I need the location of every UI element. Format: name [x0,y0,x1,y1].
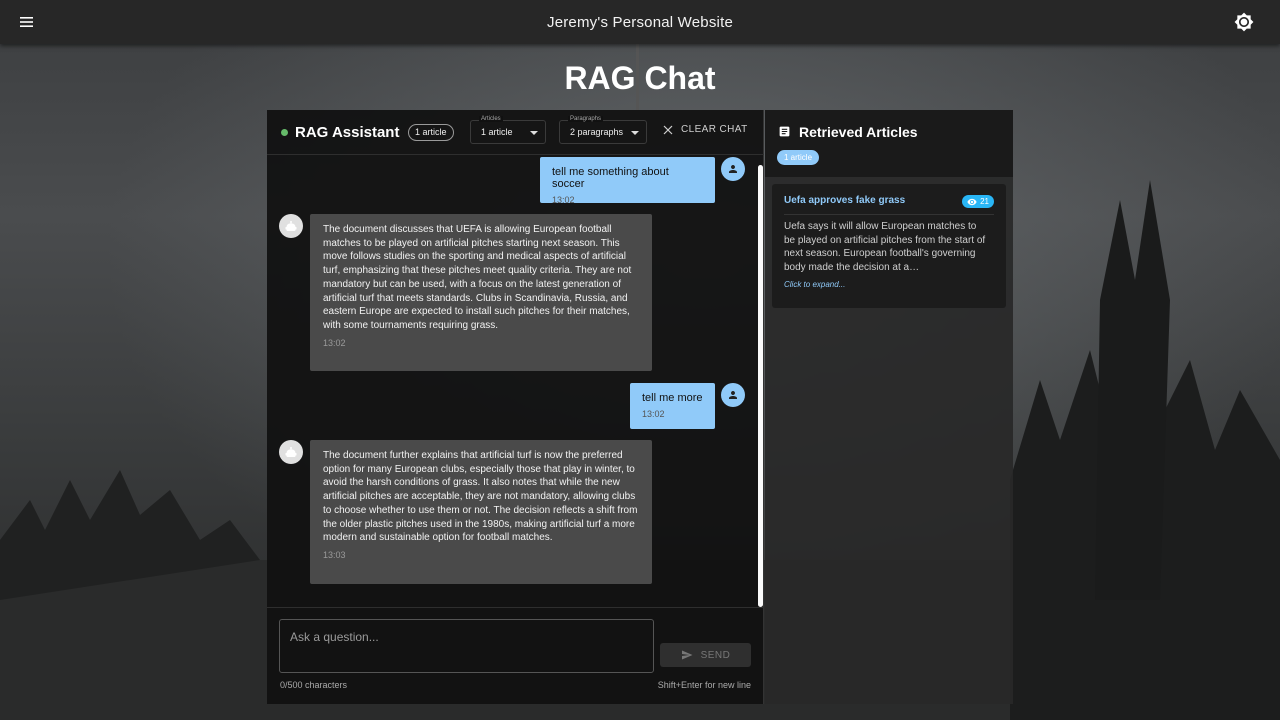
articles-header: Retrieved Articles 1 article [765,110,1013,177]
article-excerpt: Uefa says it will allow European matches… [784,221,986,273]
chevron-down-icon [530,131,538,135]
bot-icon [285,447,297,457]
person-icon [729,165,737,173]
retrieved-articles-panel: Retrieved Articles 1 article Uefa approv… [765,110,1013,704]
message-time: 13:02 [552,195,575,205]
article-title: Uefa approves fake grass [784,195,906,206]
person-icon [729,391,737,399]
newline-hint: Shift+Enter for new line [657,680,751,690]
send-icon [681,650,693,660]
close-icon [663,125,673,134]
message-text: tell me more [642,392,703,404]
article-icon [779,126,790,137]
message-text: The document discusses that UEFA is allo… [323,224,632,331]
chat-header: RAG Assistant 1 article Articles 1 artic… [267,110,764,155]
menu-icon[interactable] [18,14,36,30]
assistant-message: The document discusses that UEFA is allo… [310,214,652,371]
views-count: 21 [980,197,989,206]
message-time: 13:03 [323,549,346,560]
article-count-chip: 1 article [408,124,454,141]
assistant-avatar [279,440,303,464]
card-divider [784,214,994,215]
expand-link[interactable]: Click to expand... [784,280,845,289]
paragraphs-select-label: Paragraphs [568,116,604,122]
message-time: 13:02 [642,409,665,419]
message-text: tell me something about soccer [552,166,669,190]
articles-title: Retrieved Articles [799,124,918,140]
online-status-dot [281,129,288,136]
brightness-icon[interactable] [1234,12,1254,32]
articles-select-label: Articles [479,116,503,122]
assistant-avatar [279,214,303,238]
assistant-message: The document further explains that artif… [310,440,652,584]
paragraphs-select-value: 2 paragraphs [570,127,624,137]
paragraphs-select[interactable]: Paragraphs 2 paragraphs [559,116,647,144]
clear-chat-button[interactable]: CLEAR CHAT [663,124,748,135]
chat-panel: RAG Assistant 1 article Articles 1 artic… [267,110,764,704]
article-card[interactable]: Uefa approves fake grass 21 Uefa says it… [772,184,1006,308]
page-title: RAG Chat [564,60,716,96]
articles-select-value: 1 article [481,127,513,137]
character-count: 0/500 characters [280,680,348,690]
bot-icon [285,221,297,231]
message-text: The document further explains that artif… [323,450,638,544]
messages-scrollbar[interactable] [758,165,763,607]
eye-icon [967,198,977,205]
user-avatar [721,157,745,181]
message-time: 13:02 [323,337,346,348]
send-label: SEND [700,649,731,661]
articles-select[interactable]: Articles 1 article [470,116,546,144]
clear-chat-label: CLEAR CHAT [681,124,748,135]
site-title: Jeremy's Personal Website [547,13,733,31]
articles-count-chip: 1 article [777,150,820,165]
user-avatar [721,383,745,407]
chevron-down-icon [631,131,639,135]
app-bar: Jeremy's Personal Website [0,0,1280,44]
send-button[interactable]: SEND [660,643,751,667]
question-input[interactable] [279,619,654,673]
views-badge: 21 [962,195,994,208]
user-message: tell me more 13:02 [630,383,715,429]
message-list: tell me something about soccer 13:02 The… [267,156,764,606]
assistant-name: RAG Assistant [295,124,400,141]
user-message: tell me something about soccer 13:02 [540,157,715,205]
chat-input-area: SEND 0/500 characters Shift+Enter for ne… [267,607,764,704]
